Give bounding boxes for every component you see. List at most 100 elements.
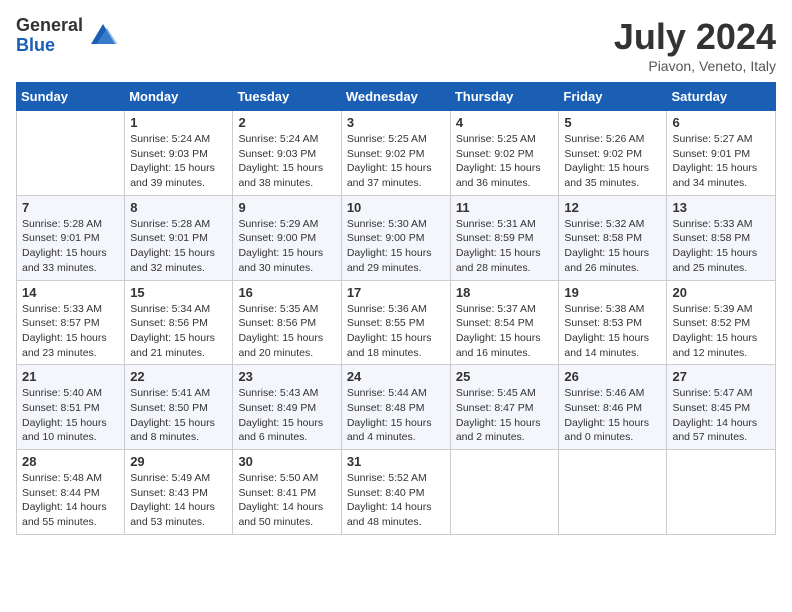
weekday-header-sunday: Sunday <box>17 83 125 111</box>
calendar-cell: 15 Sunrise: 5:34 AMSunset: 8:56 PMDayligh… <box>125 280 233 365</box>
day-info: Sunrise: 5:29 AMSunset: 9:00 PMDaylight:… <box>238 217 335 276</box>
week-row-3: 14 Sunrise: 5:33 AMSunset: 8:57 PMDayligh… <box>17 280 776 365</box>
location-subtitle: Piavon, Veneto, Italy <box>614 58 776 74</box>
day-number: 17 <box>347 285 445 300</box>
calendar-table: SundayMondayTuesdayWednesdayThursdayFrid… <box>16 82 776 535</box>
calendar-cell: 10 Sunrise: 5:30 AMSunset: 9:00 PMDayligh… <box>341 195 450 280</box>
day-info: Sunrise: 5:33 AMSunset: 8:57 PMDaylight:… <box>22 302 119 361</box>
calendar-cell: 12 Sunrise: 5:32 AMSunset: 8:58 PMDayligh… <box>559 195 667 280</box>
day-info: Sunrise: 5:37 AMSunset: 8:54 PMDaylight:… <box>456 302 554 361</box>
day-number: 1 <box>130 115 227 130</box>
day-info: Sunrise: 5:25 AMSunset: 9:02 PMDaylight:… <box>456 132 554 191</box>
day-number: 7 <box>22 200 119 215</box>
weekday-header-tuesday: Tuesday <box>233 83 341 111</box>
calendar-cell <box>667 450 776 535</box>
day-number: 14 <box>22 285 119 300</box>
calendar-cell: 22Sunrise: 5:41 AMSunset: 8:50 PMDayligh… <box>125 365 233 450</box>
day-number: 26 <box>564 369 661 384</box>
day-number: 29 <box>130 454 227 469</box>
logo-blue: Blue <box>16 36 83 56</box>
day-number: 9 <box>238 200 335 215</box>
day-info: Sunrise: 5:24 AMSunset: 9:03 PMDaylight:… <box>238 132 335 191</box>
day-info: Sunrise: 5:26 AMSunset: 9:02 PMDaylight:… <box>564 132 661 191</box>
day-info: Sunrise: 5:36 AMSunset: 8:55 PMDaylight:… <box>347 302 445 361</box>
day-info: Sunrise: 5:47 AMSunset: 8:45 PMDaylight:… <box>672 386 770 445</box>
calendar-cell: 6 Sunrise: 5:27 AMSunset: 9:01 PMDaylight… <box>667 111 776 196</box>
day-info: Sunrise: 5:35 AMSunset: 8:56 PMDaylight:… <box>238 302 335 361</box>
day-info: Sunrise: 5:32 AMSunset: 8:58 PMDaylight:… <box>564 217 661 276</box>
day-info: Sunrise: 5:45 AMSunset: 8:47 PMDaylight:… <box>456 386 554 445</box>
weekday-header-row: SundayMondayTuesdayWednesdayThursdayFrid… <box>17 83 776 111</box>
day-number: 12 <box>564 200 661 215</box>
calendar-cell <box>559 450 667 535</box>
calendar-cell: 17 Sunrise: 5:36 AMSunset: 8:55 PMDayligh… <box>341 280 450 365</box>
day-number: 5 <box>564 115 661 130</box>
day-info: Sunrise: 5:46 AMSunset: 8:46 PMDaylight:… <box>564 386 661 445</box>
calendar-cell: 14 Sunrise: 5:33 AMSunset: 8:57 PMDayligh… <box>17 280 125 365</box>
day-info: Sunrise: 5:28 AMSunset: 9:01 PMDaylight:… <box>22 217 119 276</box>
day-number: 4 <box>456 115 554 130</box>
calendar-cell: 20 Sunrise: 5:39 AMSunset: 8:52 PMDayligh… <box>667 280 776 365</box>
calendar-cell <box>450 450 559 535</box>
calendar-cell: 3 Sunrise: 5:25 AMSunset: 9:02 PMDaylight… <box>341 111 450 196</box>
day-number: 15 <box>130 285 227 300</box>
day-info: Sunrise: 5:34 AMSunset: 8:56 PMDaylight:… <box>130 302 227 361</box>
calendar-cell: 30 Sunrise: 5:50 AMSunset: 8:41 PMDayligh… <box>233 450 341 535</box>
day-number: 18 <box>456 285 554 300</box>
logo-general: General <box>16 16 83 36</box>
day-info: Sunrise: 5:50 AMSunset: 8:41 PMDaylight:… <box>238 471 335 530</box>
day-info: Sunrise: 5:43 AMSunset: 8:49 PMDaylight:… <box>238 386 335 445</box>
day-number: 8 <box>130 200 227 215</box>
week-row-2: 7 Sunrise: 5:28 AMSunset: 9:01 PMDaylight… <box>17 195 776 280</box>
calendar-cell: 29 Sunrise: 5:49 AMSunset: 8:43 PMDayligh… <box>125 450 233 535</box>
calendar-cell: 21Sunrise: 5:40 AMSunset: 8:51 PMDayligh… <box>17 365 125 450</box>
day-info: Sunrise: 5:49 AMSunset: 8:43 PMDaylight:… <box>130 471 227 530</box>
calendar-cell: 25 Sunrise: 5:45 AMSunset: 8:47 PMDayligh… <box>450 365 559 450</box>
day-info: Sunrise: 5:25 AMSunset: 9:02 PMDaylight:… <box>347 132 445 191</box>
weekday-header-monday: Monday <box>125 83 233 111</box>
day-info: Sunrise: 5:52 AMSunset: 8:40 PMDaylight:… <box>347 471 445 530</box>
calendar-cell: 18 Sunrise: 5:37 AMSunset: 8:54 PMDayligh… <box>450 280 559 365</box>
day-number: 3 <box>347 115 445 130</box>
title-block: July 2024 Piavon, Veneto, Italy <box>614 16 776 74</box>
day-info: Sunrise: 5:28 AMSunset: 9:01 PMDaylight:… <box>130 217 227 276</box>
calendar-cell: 9 Sunrise: 5:29 AMSunset: 9:00 PMDaylight… <box>233 195 341 280</box>
day-number: 10 <box>347 200 445 215</box>
calendar-cell: 28Sunrise: 5:48 AMSunset: 8:44 PMDayligh… <box>17 450 125 535</box>
calendar-cell: 24Sunrise: 5:44 AMSunset: 8:48 PMDayligh… <box>341 365 450 450</box>
day-number: 27 <box>672 369 770 384</box>
calendar-cell: 27 Sunrise: 5:47 AMSunset: 8:45 PMDayligh… <box>667 365 776 450</box>
calendar-cell: 16 Sunrise: 5:35 AMSunset: 8:56 PMDayligh… <box>233 280 341 365</box>
weekday-header-wednesday: Wednesday <box>341 83 450 111</box>
day-number: 25 <box>456 369 554 384</box>
day-info: Sunrise: 5:33 AMSunset: 8:58 PMDaylight:… <box>672 217 770 276</box>
day-info: Sunrise: 5:31 AMSunset: 8:59 PMDaylight:… <box>456 217 554 276</box>
main-title: July 2024 <box>614 16 776 58</box>
day-number: 13 <box>672 200 770 215</box>
week-row-5: 28Sunrise: 5:48 AMSunset: 8:44 PMDayligh… <box>17 450 776 535</box>
calendar-cell <box>17 111 125 196</box>
day-info: Sunrise: 5:24 AMSunset: 9:03 PMDaylight:… <box>130 132 227 191</box>
day-number: 11 <box>456 200 554 215</box>
day-number: 28 <box>22 454 119 469</box>
day-info: Sunrise: 5:39 AMSunset: 8:52 PMDaylight:… <box>672 302 770 361</box>
calendar-cell: 31Sunrise: 5:52 AMSunset: 8:40 PMDayligh… <box>341 450 450 535</box>
week-row-4: 21Sunrise: 5:40 AMSunset: 8:51 PMDayligh… <box>17 365 776 450</box>
day-number: 20 <box>672 285 770 300</box>
day-info: Sunrise: 5:30 AMSunset: 9:00 PMDaylight:… <box>347 217 445 276</box>
day-number: 19 <box>564 285 661 300</box>
calendar-cell: 4 Sunrise: 5:25 AMSunset: 9:02 PMDaylight… <box>450 111 559 196</box>
calendar-cell: 19Sunrise: 5:38 AMSunset: 8:53 PMDayligh… <box>559 280 667 365</box>
calendar-cell: 5 Sunrise: 5:26 AMSunset: 9:02 PMDaylight… <box>559 111 667 196</box>
day-number: 6 <box>672 115 770 130</box>
calendar-cell: 23 Sunrise: 5:43 AMSunset: 8:49 PMDayligh… <box>233 365 341 450</box>
day-info: Sunrise: 5:27 AMSunset: 9:01 PMDaylight:… <box>672 132 770 191</box>
day-number: 16 <box>238 285 335 300</box>
day-number: 30 <box>238 454 335 469</box>
weekday-header-thursday: Thursday <box>450 83 559 111</box>
day-number: 23 <box>238 369 335 384</box>
day-info: Sunrise: 5:40 AMSunset: 8:51 PMDaylight:… <box>22 386 119 445</box>
weekday-header-saturday: Saturday <box>667 83 776 111</box>
logo-icon <box>87 20 119 52</box>
day-number: 24 <box>347 369 445 384</box>
